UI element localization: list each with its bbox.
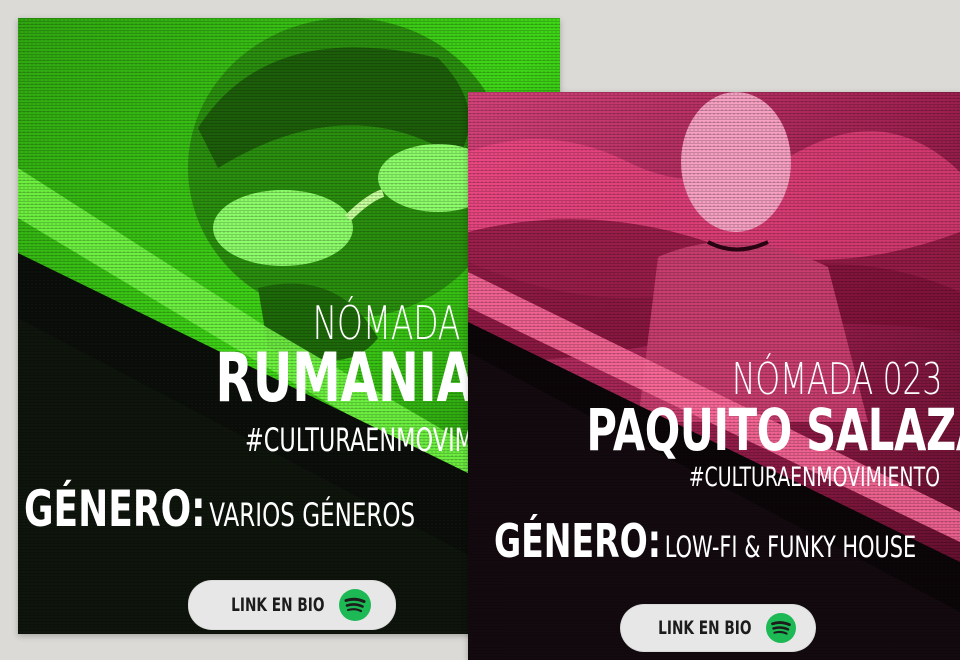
link-label: LINK EN BIO xyxy=(658,617,752,639)
link-en-bio-button[interactable]: LINK EN BIO xyxy=(188,580,396,630)
link-en-bio-button[interactable]: LINK EN BIO xyxy=(620,604,816,652)
genre-value: VARIOS GÉNEROS xyxy=(209,496,416,534)
hashtag: #CULTURAENMOVIM xyxy=(245,421,474,459)
artist-name: PAQUITO SALAZAR xyxy=(586,396,960,464)
artist-name: RUMANIA xyxy=(215,339,475,418)
genre-label: GÉNERO: xyxy=(494,514,662,568)
spotify-icon xyxy=(338,589,371,621)
genre-row: GÉNERO: LOW-FI & FUNKY HOUSE xyxy=(494,514,916,568)
post-card-paquito-salazar[interactable]: NÓMADA 023 PAQUITO SALAZAR #CULTURAENMOV… xyxy=(468,92,960,660)
genre-row: GÉNERO: VARIOS GÉNEROS xyxy=(24,480,415,538)
hashtag: #CULTURAENMOVIMIENTO xyxy=(688,462,940,493)
genre-value: LOW-FI & FUNKY HOUSE xyxy=(664,530,917,564)
link-label: LINK EN BIO xyxy=(231,594,325,616)
spotify-icon xyxy=(765,613,796,643)
genre-label: GÉNERO: xyxy=(24,480,206,538)
